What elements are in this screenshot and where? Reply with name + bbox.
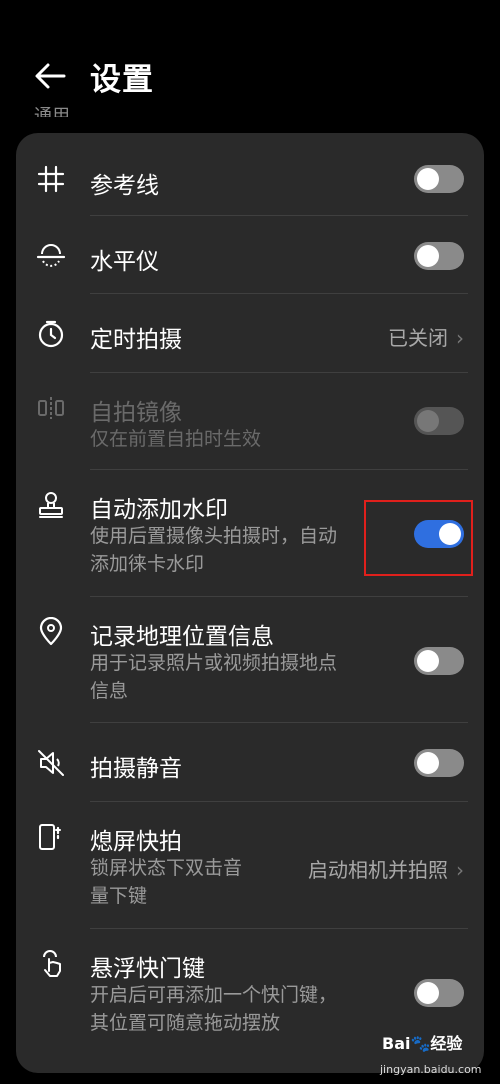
timer-icon bbox=[36, 319, 66, 349]
setting-description-line1: 锁屏状态下双击音 bbox=[90, 857, 243, 879]
setting-description-line2: 信息 bbox=[90, 680, 129, 702]
setting-shutter-mute[interactable]: 拍摄静音 bbox=[16, 723, 484, 802]
setting-label: 记录地理位置信息 bbox=[90, 624, 274, 650]
setting-level[interactable]: 水平仪 bbox=[16, 216, 484, 294]
setting-description: 仅在前置自拍时生效 bbox=[90, 428, 262, 450]
setting-label: 自动添加水印 bbox=[90, 497, 228, 523]
setting-description-line1: 使用后置摄像头拍摄时，自动 bbox=[90, 525, 338, 547]
setting-label: 参考线 bbox=[90, 173, 159, 199]
mute-icon bbox=[36, 748, 66, 778]
floating-shutter-icon bbox=[36, 949, 66, 979]
quick-snap-icon bbox=[36, 822, 66, 852]
arrow-left-icon bbox=[35, 63, 66, 89]
grid-icon bbox=[36, 164, 66, 194]
watermark-brand: Bai bbox=[382, 1034, 411, 1053]
setting-label: 水平仪 bbox=[90, 249, 159, 275]
watermark-brand-suffix: 经验 bbox=[430, 1034, 463, 1053]
setting-description-line2: 其位置可随意拖动摆放 bbox=[90, 1012, 281, 1034]
setting-label: 熄屏快拍 bbox=[90, 829, 182, 855]
location-icon bbox=[36, 617, 66, 647]
selfie-mirror-toggle bbox=[414, 407, 464, 435]
setting-quick-snapshot[interactable]: 熄屏快拍 锁屏状态下双击音 量下键 启动相机并拍照 › bbox=[16, 802, 484, 929]
paw-icon: 🐾 bbox=[410, 1034, 431, 1053]
settings-card: 参考线 水平仪 定时拍摄 已关闭 › 自拍镜像 仅在前置自拍时生效 自动添加水印… bbox=[16, 133, 484, 1073]
location-toggle[interactable] bbox=[414, 647, 464, 675]
setting-selfie-mirror: 自拍镜像 仅在前置自拍时生效 bbox=[16, 373, 484, 470]
setting-description-line1: 用于记录照片或视频拍摄地点 bbox=[90, 652, 338, 674]
setting-location[interactable]: 记录地理位置信息 用于记录照片或视频拍摄地点 信息 bbox=[16, 597, 484, 723]
setting-label: 拍摄静音 bbox=[90, 756, 182, 782]
mirror-icon bbox=[36, 393, 66, 423]
setting-timer[interactable]: 定时拍摄 已关闭 › bbox=[16, 294, 484, 373]
watermark-url: jingyan.baidu.com bbox=[380, 1063, 482, 1076]
setting-reference-lines[interactable]: 参考线 bbox=[16, 133, 484, 216]
level-icon bbox=[36, 241, 66, 271]
chevron-right-icon: › bbox=[456, 858, 464, 882]
timer-value-text: 已关闭 bbox=[388, 326, 448, 350]
section-label: 通用 bbox=[34, 106, 70, 117]
timer-value[interactable]: 已关闭 › bbox=[388, 322, 464, 351]
reference-lines-toggle[interactable] bbox=[414, 165, 464, 193]
baidu-watermark: Bai🐾经验 bbox=[382, 1030, 462, 1054]
shutter-mute-toggle[interactable] bbox=[414, 749, 464, 777]
setting-description-line2: 添加徕卡水印 bbox=[90, 553, 205, 575]
stamp-icon bbox=[36, 490, 66, 520]
setting-description-line2: 量下键 bbox=[90, 885, 148, 907]
back-button[interactable] bbox=[30, 56, 70, 96]
page-title: 设置 bbox=[90, 62, 154, 98]
setting-label: 悬浮快门键 bbox=[90, 956, 205, 982]
setting-label: 自拍镜像 bbox=[90, 400, 182, 426]
setting-label: 定时拍摄 bbox=[90, 327, 182, 353]
highlight-box bbox=[364, 500, 473, 576]
floating-shutter-toggle[interactable] bbox=[414, 979, 464, 1007]
level-toggle[interactable] bbox=[414, 242, 464, 270]
app-header: 设置 通用 bbox=[0, 0, 500, 130]
quick-snapshot-value[interactable]: 启动相机并拍照 › bbox=[308, 854, 464, 883]
quick-snapshot-value-text: 启动相机并拍照 bbox=[308, 858, 448, 882]
chevron-right-icon: › bbox=[456, 326, 464, 350]
setting-description-line1: 开启后可再添加一个快门键， bbox=[90, 984, 338, 1006]
